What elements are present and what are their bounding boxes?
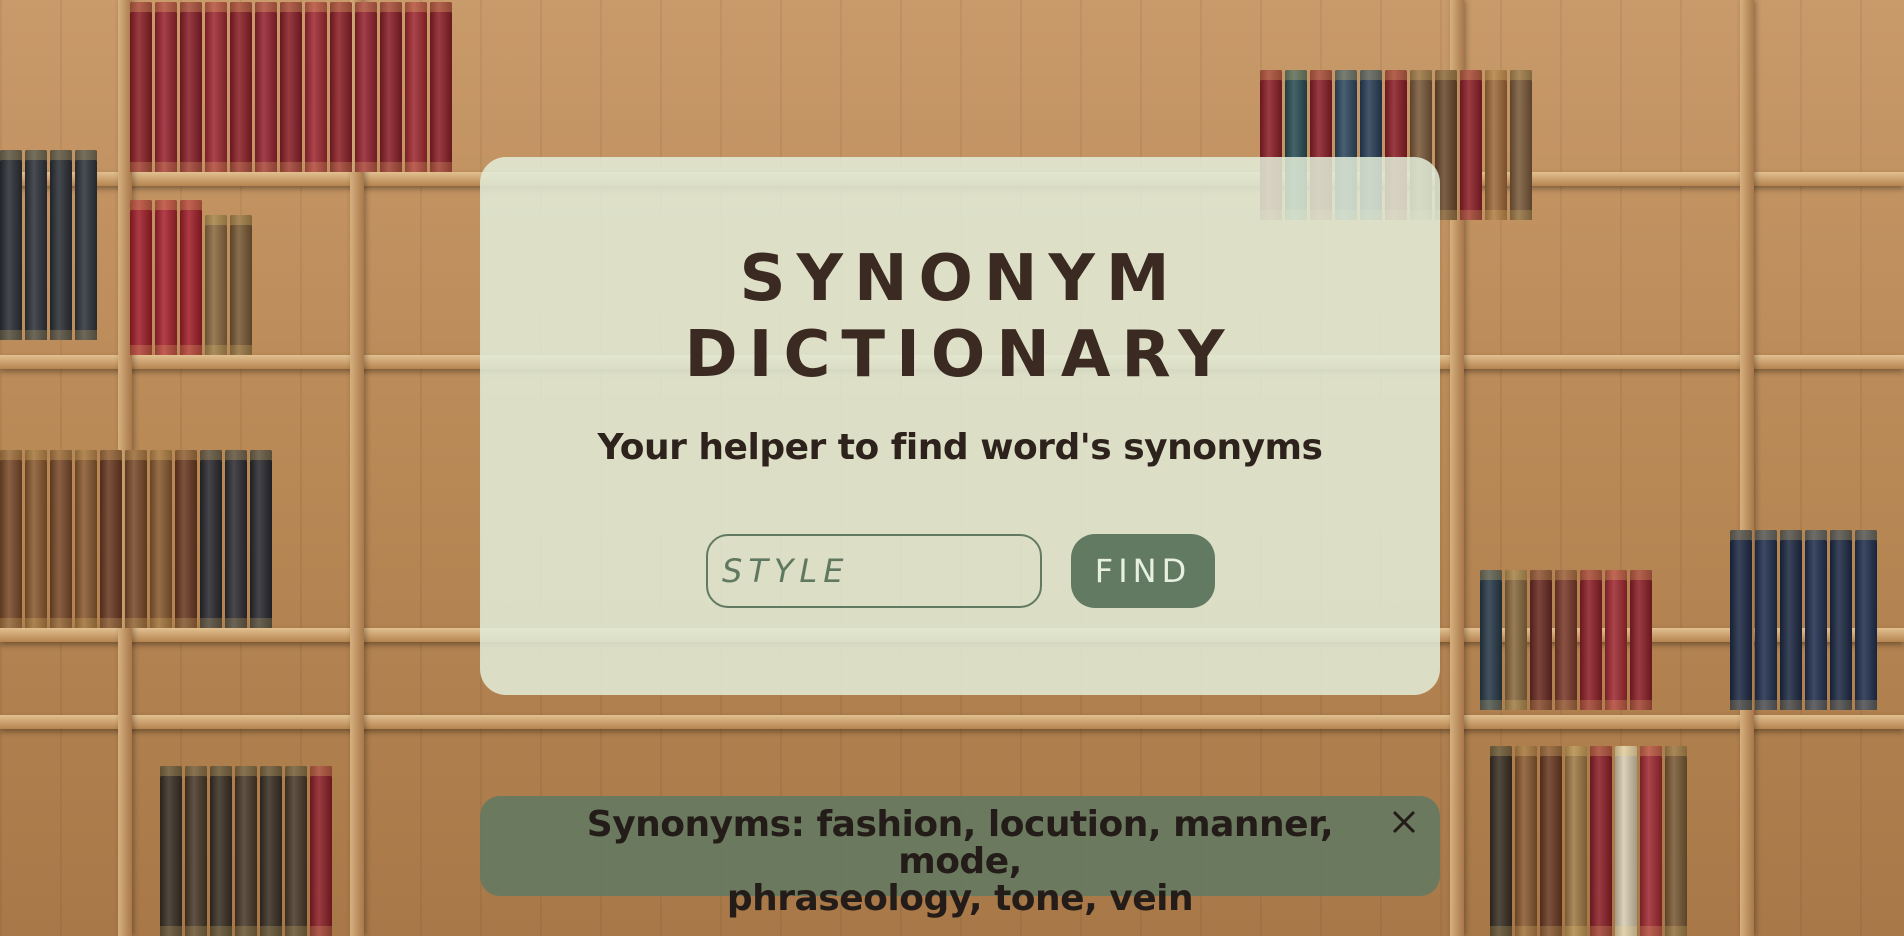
book-row [130, 0, 452, 172]
result-text-line-1: Synonyms: fashion, locution, manner, mod… [586, 804, 1334, 882]
book-row [0, 450, 272, 628]
book-row [1480, 560, 1652, 710]
result-text-line-2: phraseology, tone, vein [726, 878, 1194, 919]
book-row [130, 200, 252, 355]
search-input[interactable] [706, 534, 1042, 608]
close-icon [1392, 810, 1416, 834]
page-subtitle: Your helper to find word's synonyms [597, 427, 1323, 468]
shelf-post [1740, 0, 1754, 936]
shelf-plank [0, 715, 1904, 729]
title-line-1: SYNONYM [739, 242, 1181, 316]
title-line-2: DICTIONARY [684, 318, 1236, 392]
find-button[interactable]: FIND [1071, 534, 1215, 608]
result-banner: Synonyms: fashion, locution, manner, mod… [480, 796, 1440, 917]
search-card: SYNONYM DICTIONARY Your helper to find w… [480, 157, 1440, 695]
close-button[interactable] [1386, 804, 1422, 840]
book-row [0, 150, 97, 340]
result-text: Synonyms: fashion, locution, manner, mod… [580, 806, 1340, 917]
page-title: SYNONYM DICTIONARY [480, 241, 1440, 393]
book-row [1490, 740, 1687, 936]
book-row [160, 760, 332, 936]
book-row [1730, 520, 1877, 710]
